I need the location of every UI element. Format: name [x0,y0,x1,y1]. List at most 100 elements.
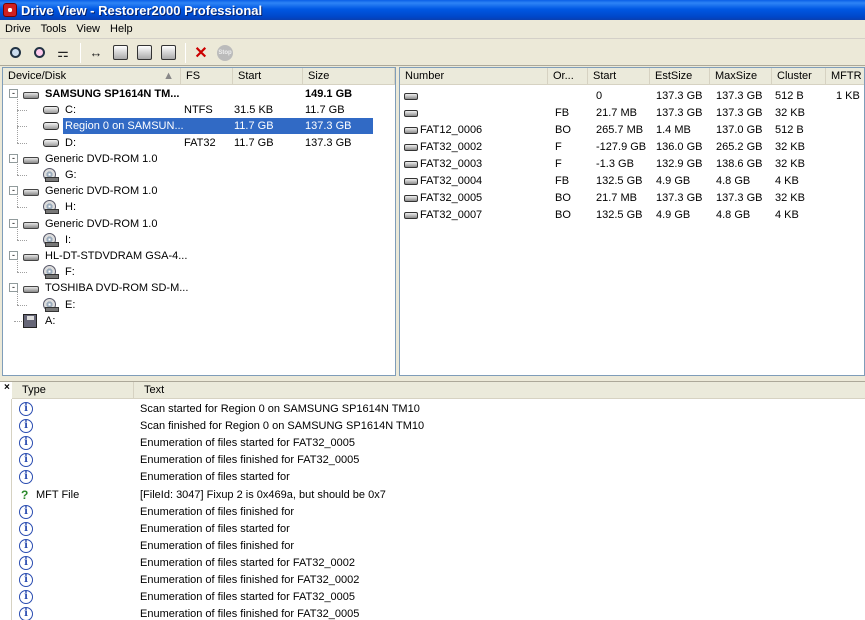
tree-start: 11.7 GB [234,120,274,133]
tree-row[interactable]: I: [3,223,395,248]
region-estsize: 137.3 GB [656,107,703,119]
info-icon: i [19,573,33,587]
tree-row[interactable]: F: [3,256,395,280]
log-row[interactable]: i Enumeration of files finished for [12,504,865,521]
log-row[interactable]: i Enumeration of files started for [12,521,865,538]
region-or: FB [555,107,570,119]
tree-row[interactable]: G: [3,159,395,183]
log-row[interactable]: i Enumeration of files finished for FAT32… [12,572,865,589]
region-row[interactable]: FAT32_0004 FB 132.5 GB 4.9 GB 4.8 GB 4 KB [400,173,864,190]
tree-line [17,304,27,306]
hard-disk-icon [23,251,39,262]
menu-view[interactable]: View [71,23,105,35]
region-row[interactable]: FAT32_0002 F -127.9 GB 136.0 GB 265.2 GB 32 K… [400,139,864,156]
tree-row[interactable]: - Generic DVD-ROM 1.0 [3,183,395,199]
save-button[interactable] [133,42,155,64]
header-or[interactable]: Or... [548,68,588,85]
tree-row[interactable]: - SAMSUNG SP1614N TM... 149.1 GB [3,86,395,102]
toolbar-separator [80,42,81,63]
header-start[interactable]: Start [588,68,650,85]
tree-label: A: [45,314,56,327]
delete-button[interactable]: ✕ [190,42,212,64]
tree-fs: FAT32 [184,136,216,149]
cd-drive-icon [43,265,59,280]
region-row[interactable]: 0 137.3 GB 137.3 GB 512 B 1 KB [400,88,864,105]
scan-button[interactable] [4,42,26,64]
log-text: Enumeration of files started for FAT32_0… [140,591,356,604]
info-icon: i [19,453,33,468]
region-or: FB [555,175,570,187]
tree-row[interactable]: - TOSHIBA DVD-ROM SD-M... [3,280,395,296]
tree-row[interactable]: C: NTFS 31.5 KB 11.7 GB [3,94,395,118]
info-icon: i [19,436,33,451]
tree-label: I: [65,233,72,246]
tree-row[interactable]: - Generic DVD-ROM 1.0 [3,216,395,232]
log-text: Enumeration of files finished for [140,539,295,552]
log-row[interactable]: i Enumeration of files started for FAT32_… [12,589,865,606]
tree-row[interactable]: H: [3,191,395,215]
log-row[interactable]: i Enumeration of files started for [12,469,865,486]
tree-row[interactable]: E: [3,288,395,313]
region-row[interactable]: FAT12_0006 BO 265.7 MB 1.4 MB 137.0 GB 512 B [400,122,864,139]
region-number: FAT32_0004 [420,175,483,187]
header-fs[interactable]: FS [181,68,233,85]
tree-row[interactable]: Region 0 on SAMSUN... 11.7 GB 137.3 GB [3,110,395,135]
tree-line [17,207,27,209]
log-text: Enumeration of files started for FAT32_0… [140,556,356,569]
tree-row[interactable]: - Generic DVD-ROM 1.0 [3,151,395,167]
log-row[interactable]: i Enumeration of files started for FAT32_… [12,435,865,452]
partition-icon [404,110,418,117]
hard-disk-icon [23,283,39,294]
stop-button[interactable]: Stop [214,42,236,64]
region-cluster: 4 KB [775,175,799,187]
region-row[interactable]: FAT32_0007 BO 132.5 GB 4.9 GB 4.8 GB 4 KB [400,207,864,224]
header-number[interactable]: Number [400,68,548,85]
header-cluster[interactable]: Cluster [772,68,826,85]
header-maxsize[interactable]: MaxSize [710,68,772,85]
cd-drive-icon [43,168,59,182]
tree-label: SAMSUNG SP1614N TM... [45,88,180,100]
header-text[interactable]: Text [134,382,865,399]
region-start: 0 [596,90,603,102]
region-row[interactable]: FAT32_0003 F -1.3 GB 132.9 GB 138.6 GB 32 KB [400,156,864,173]
close-log-icon[interactable]: × [4,382,10,393]
tree-line [17,159,18,175]
log-row[interactable]: i Enumeration of files finished for FAT32… [12,452,865,469]
log-text: Enumeration of files started for FAT32_0… [140,437,356,450]
tree-label: D: [65,136,76,149]
log-row[interactable]: i Enumeration of files finished for [12,538,865,555]
tree-row[interactable]: - HL-DT-STDVDRAM GSA-4... [3,248,395,264]
menu-tools[interactable]: Tools [36,23,72,35]
region-row[interactable]: FAT32_0005 BO 21.7 MB 137.3 GB 137.3 GB 32 KB [400,190,864,207]
log-row[interactable]: i Scan finished for Region 0 on SAMSUNG S… [12,418,865,435]
region-number: FAT32_0002 [420,141,483,153]
scan-region-button[interactable] [28,42,50,64]
menu-drive[interactable]: Drive [0,23,36,35]
header-mftr[interactable]: MFTR [826,68,864,85]
log-row[interactable]: i Enumeration of files started for FAT32_… [12,555,865,572]
header-start[interactable]: Start [233,68,303,85]
tree-label: C: [65,104,76,117]
log-row[interactable]: i Enumeration of files finished for FAT32… [12,606,865,620]
header-estsize[interactable]: EstSize [650,68,710,85]
find-button[interactable]: ⚎ [52,42,74,64]
open-button[interactable] [109,42,131,64]
header-size[interactable]: Size [303,68,395,85]
log-row[interactable]: i Scan started for Region 0 on SAMSUNG SP… [12,401,865,418]
tree-row[interactable]: A: [3,313,395,329]
tree-fs: NTFS [184,104,213,117]
partition-icon [43,106,59,116]
region-row[interactable]: FB 21.7 MB 137.3 GB 137.3 GB 32 KB [400,105,864,122]
menu-help[interactable]: Help [105,23,138,35]
header-type[interactable]: Type [12,382,134,399]
log-row[interactable]: ? MFT File [FileId: 3047] Fixup 2 is 0x469… [12,487,865,504]
region-estsize: 137.3 GB [656,192,703,204]
files-button[interactable] [157,42,179,64]
tree-row[interactable]: D: FAT32 11.7 GB 137.3 GB [3,126,395,151]
resize-button[interactable]: ↔ [85,42,107,64]
header-device[interactable]: Device/Disk ▲ [3,68,181,85]
info-icon: i [19,402,33,416]
region-or: BO [555,209,571,221]
hard-disk-icon [23,89,39,100]
info-icon: i [19,419,33,434]
